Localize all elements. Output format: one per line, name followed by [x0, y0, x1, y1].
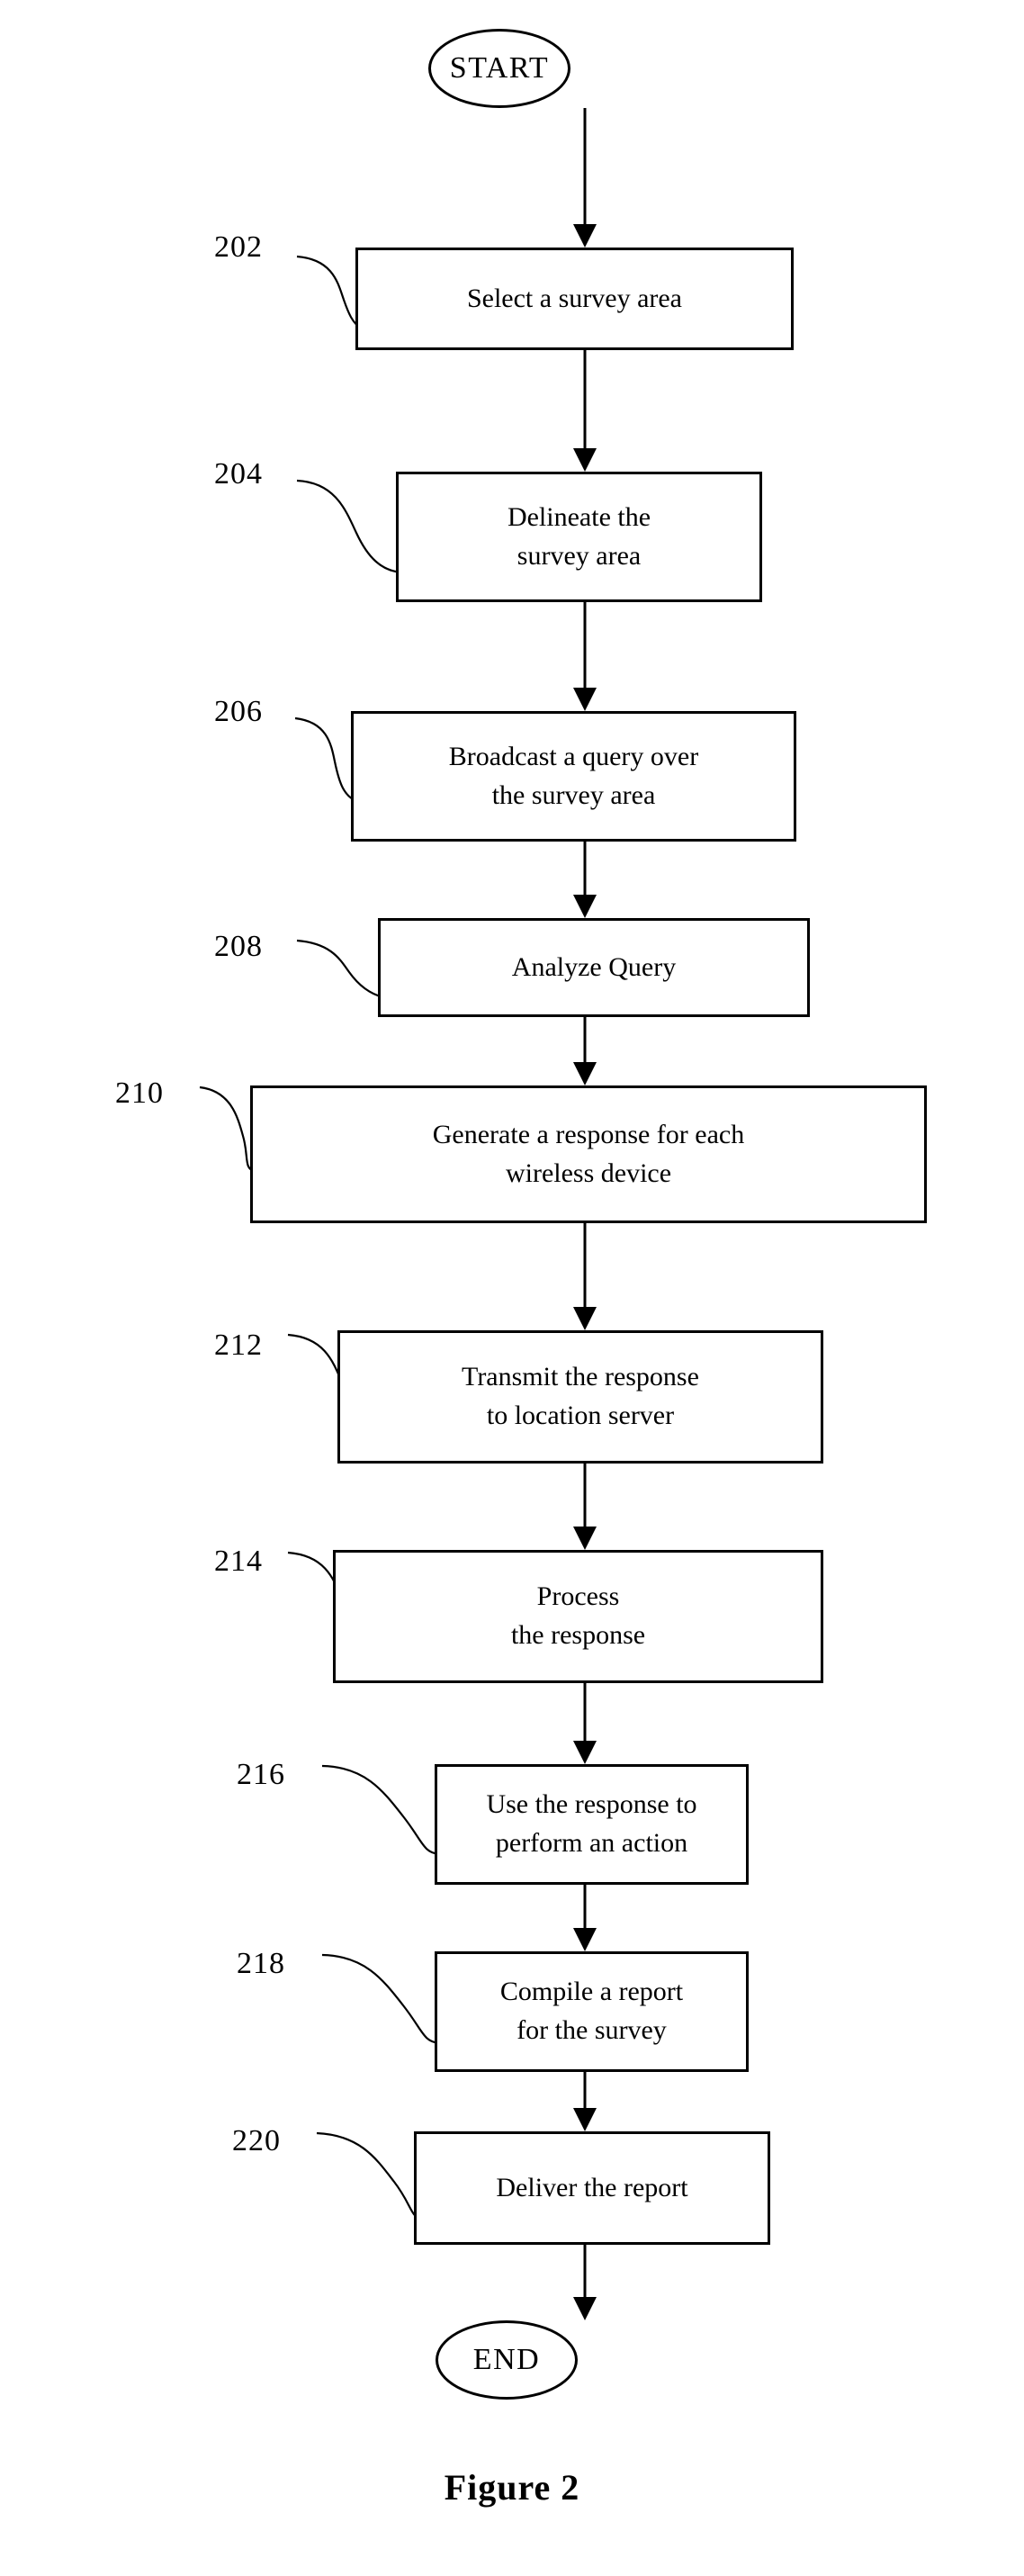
reference-numeral-210: 210: [115, 1076, 164, 1110]
process-box-label-220: Deliver the report: [496, 2172, 688, 2202]
reference-numeral-202: 202: [214, 230, 263, 264]
leader-line-212: [287, 1333, 346, 1420]
process-box-label-212: Transmit the response to location server: [462, 1362, 699, 1430]
reference-numeral-218: 218: [237, 1947, 285, 1980]
reference-numeral-212: 212: [214, 1329, 263, 1362]
arrowhead-214-to-216: [573, 1741, 597, 1764]
reference-numeral-206: 206: [214, 695, 263, 728]
patent-figure: START Select a survey area 202 Delineate t…: [0, 0, 1024, 2576]
start-terminal-label: START: [449, 51, 550, 85]
end-terminal-label: END: [472, 2343, 541, 2376]
leader-line-204: [296, 479, 402, 574]
process-box-202: Select a survey area: [355, 248, 794, 350]
process-box-label-210: Generate a response for each wireless de…: [432, 1119, 745, 1188]
process-box-214: Process the response: [333, 1550, 823, 1683]
arrowhead-220-to-end: [573, 2297, 597, 2320]
process-box-label-206: Broadcast a query over the survey area: [448, 741, 699, 810]
arrowhead-218-to-220: [573, 2108, 597, 2131]
process-box-label-208: Analyze Query: [511, 951, 677, 982]
reference-numeral-216: 216: [237, 1758, 285, 1791]
arrowhead-212-to-214: [573, 1527, 597, 1550]
figure-caption: Figure 2: [444, 2467, 580, 2508]
leader-line-216: [321, 1764, 440, 1856]
process-box-label-218: Compile a report for the survey: [499, 1977, 684, 2045]
process-box-label-202: Select a survey area: [466, 283, 683, 313]
leader-line-208: [296, 939, 384, 999]
arrowhead-216-to-218: [573, 1928, 597, 1951]
reference-numeral-214: 214: [214, 1545, 263, 1578]
reference-numeral-204: 204: [214, 457, 263, 491]
arrowhead-202-to-204: [573, 448, 597, 472]
arrowhead-204-to-206: [573, 688, 597, 711]
process-box-218: Compile a report for the survey: [435, 1951, 749, 2072]
process-box-212: Transmit the response to location server: [337, 1330, 823, 1464]
process-box-220: Deliver the report: [414, 2131, 770, 2245]
process-box-216: Use the response to perform an action: [435, 1764, 749, 1885]
leader-line-206: [294, 716, 357, 803]
process-box-204: Delineate the survey area: [396, 472, 762, 602]
end-terminal: END: [436, 2320, 578, 2400]
process-box-208: Analyze Query: [378, 918, 810, 1017]
arrowhead-208-to-210: [573, 1062, 597, 1085]
arrowhead-start-to-202: [573, 224, 597, 248]
leader-line-218: [321, 1953, 440, 2045]
reference-numeral-208: 208: [214, 930, 263, 963]
process-box-label-216: Use the response to perform an action: [486, 1789, 697, 1858]
arrowhead-206-to-208: [573, 895, 597, 918]
process-box-label-214: Process the response: [510, 1581, 646, 1650]
start-terminal: START: [428, 29, 570, 108]
process-box-label-204: Delineate the survey area: [507, 501, 651, 571]
arrowhead-210-to-212: [573, 1307, 597, 1330]
leader-line-210: [199, 1085, 256, 1174]
reference-numeral-220: 220: [232, 2124, 281, 2157]
process-box-206: Broadcast a query over the survey area: [351, 711, 796, 842]
process-box-210: Generate a response for each wireless de…: [250, 1085, 927, 1223]
leader-line-220: [316, 2131, 424, 2221]
leader-line-202: [296, 255, 364, 330]
